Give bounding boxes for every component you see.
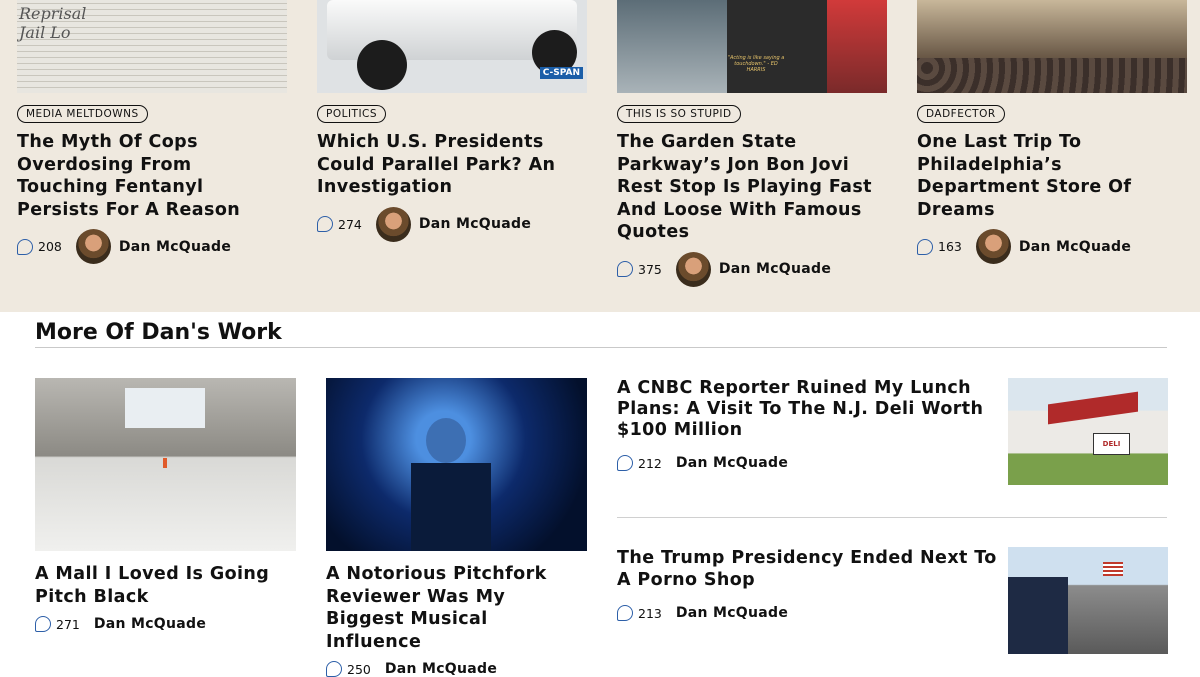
article-title[interactable]: The Garden State Parkway’s Jon Bon Jovi … [617,131,887,244]
comment-count[interactable]: 213 [638,606,662,621]
quote-text: "Acting is like saying a touchdown." - E… [727,55,785,73]
author-name[interactable]: Dan McQuade [1019,239,1131,255]
category-tag[interactable]: POLITICS [317,105,387,123]
comment-icon[interactable] [326,661,342,677]
article-thumbnail[interactable] [917,0,1187,93]
comment-count[interactable]: 375 [638,262,662,277]
author-avatar[interactable] [375,206,411,242]
comment-icon[interactable] [35,616,51,632]
article-title[interactable]: The Trump Presidency Ended Next To A Por… [617,547,997,591]
comment-icon[interactable] [917,238,933,255]
author-name[interactable]: Dan McQuade [676,605,788,621]
comment-icon[interactable] [317,216,333,232]
comment-icon[interactable] [17,238,33,255]
author-name[interactable]: Dan McQuade [719,261,831,277]
comment-count[interactable]: 163 [938,239,962,254]
comment-count[interactable]: 212 [638,456,662,471]
article-title[interactable]: A Notorious Pitchfork Reviewer Was My Bi… [326,563,587,653]
article-card[interactable]: "Acting is like saying a touchdown." - E… [617,0,887,287]
cspan-logo: C-SPAN [539,67,583,79]
article-title[interactable]: A CNBC Reporter Ruined My Lunch Plans: A… [617,378,997,441]
article-thumbnail[interactable] [1008,547,1168,654]
author-name[interactable]: Dan McQuade [676,455,788,471]
divider [617,517,1167,518]
section-heading: More Of Dan's Work [35,320,282,345]
featured-band: Reprisal Jail Lo MEDIA MELTDOWNS The Myth… [0,0,1200,312]
author-avatar[interactable] [975,229,1011,264]
divider [35,347,1167,348]
article-thumbnail[interactable]: "Acting is like saying a touchdown." - E… [617,0,887,93]
author-name[interactable]: Dan McQuade [119,239,231,255]
article-title[interactable]: The Myth Of Cops Overdosing From Touchin… [17,131,287,221]
comment-count[interactable]: 250 [347,662,371,677]
author-name[interactable]: Dan McQuade [385,661,497,677]
category-tag[interactable]: THIS IS SO STUPID [617,105,741,123]
article-thumbnail[interactable]: C-SPAN [317,0,587,93]
article-thumbnail[interactable]: Reprisal Jail Lo [17,0,287,93]
article-title[interactable]: Which U.S. Presidents Could Parallel Par… [317,131,587,199]
deli-sign: DELI [1093,433,1130,455]
comment-count[interactable]: 274 [338,217,362,232]
comment-icon[interactable] [617,605,633,621]
article-card[interactable]: A Mall I Loved Is Going Pitch Black 271 … [35,378,296,632]
article-card[interactable]: Reprisal Jail Lo MEDIA MELTDOWNS The Myth… [17,0,287,264]
author-name[interactable]: Dan McQuade [94,616,206,632]
comment-count[interactable]: 208 [38,239,62,254]
article-item[interactable]: The Trump Presidency Ended Next To A Por… [617,547,1168,654]
article-item[interactable]: A CNBC Reporter Ruined My Lunch Plans: A… [617,378,1168,485]
comment-icon[interactable] [617,455,633,471]
comment-icon[interactable] [617,261,633,277]
author-avatar[interactable] [675,251,711,287]
article-thumbnail[interactable] [326,378,587,551]
category-tag[interactable]: MEDIA MELTDOWNS [17,105,148,123]
author-avatar[interactable] [75,229,111,264]
article-title[interactable]: A Mall I Loved Is Going Pitch Black [35,563,296,608]
article-title[interactable]: One Last Trip To Philadelphia’s Departme… [917,131,1187,221]
article-card[interactable]: A Notorious Pitchfork Reviewer Was My Bi… [326,378,587,677]
author-name[interactable]: Dan McQuade [419,216,531,232]
article-card[interactable]: DADFECTOR One Last Trip To Philadelphia’… [917,0,1187,264]
article-card[interactable]: C-SPAN POLITICS Which U.S. Presidents Co… [317,0,587,242]
comment-count[interactable]: 271 [56,617,80,632]
article-thumbnail[interactable]: DELI [1008,378,1168,485]
article-thumbnail[interactable] [35,378,296,551]
category-tag[interactable]: DADFECTOR [917,105,1005,123]
